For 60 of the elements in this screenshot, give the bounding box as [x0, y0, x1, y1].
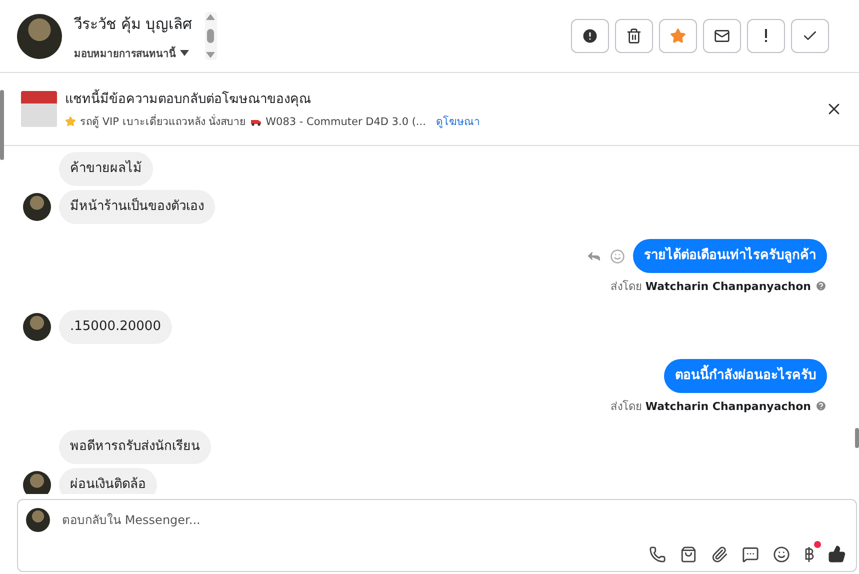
like-button[interactable] — [828, 545, 846, 563]
avatar — [17, 14, 62, 58]
message-bubble: มีหน้าร้านเป็นของตัวเอง — [59, 190, 215, 224]
avatar — [23, 193, 51, 221]
help-icon[interactable] — [815, 400, 827, 412]
chat-button[interactable] — [742, 546, 759, 562]
message-bubble: ค้าขายผลไม้ — [59, 152, 153, 186]
bag-icon — [680, 546, 697, 562]
help-icon[interactable] — [815, 280, 827, 292]
emoji-button[interactable] — [773, 546, 790, 562]
paperclip-icon — [711, 546, 728, 562]
mail-icon — [714, 28, 730, 44]
exclamation-icon — [764, 29, 768, 43]
message-bubble: พอดีหารถรับส่งนักเรียน — [59, 430, 211, 464]
chat-icon — [742, 546, 759, 562]
message-bubble: ผ่อนเงินติดล้อ — [59, 468, 157, 494]
alert-icon — [581, 27, 599, 45]
mail-button[interactable] — [703, 19, 741, 53]
phone-icon — [649, 546, 666, 562]
ad-description: รถตู้ VIP เบาะเดี่ยวแถวหลัง นั่งสบาย — [80, 113, 246, 130]
baht-button[interactable] — [804, 546, 814, 562]
bag-button[interactable] — [680, 546, 697, 562]
trash-icon — [626, 28, 642, 44]
avatar — [23, 471, 51, 494]
alert-button[interactable] — [571, 19, 609, 53]
spinner-control[interactable] — [204, 12, 217, 60]
scrollbar[interactable] — [855, 428, 859, 448]
van-icon — [250, 118, 262, 126]
emoji-icon[interactable] — [610, 248, 625, 264]
call-button[interactable] — [649, 546, 666, 562]
ad-thumbnail — [21, 91, 57, 127]
caret-icon[interactable] — [180, 50, 189, 56]
like-icon — [828, 545, 846, 563]
message-bubble: ตอนนี้กำลังผ่อนอะไรครับ — [664, 359, 827, 393]
view-ad-link[interactable]: ดูโฆษณา — [436, 113, 480, 130]
trash-button[interactable] — [615, 19, 653, 53]
scroll-thumb[interactable] — [207, 29, 214, 43]
ad-product: W083 - Commuter D4D 3.0 (... — [266, 116, 426, 128]
exclaim-button[interactable] — [747, 19, 785, 53]
up-arrow-icon[interactable] — [206, 14, 216, 20]
sender-name: Watcharin Chanpanyachon — [645, 280, 811, 292]
avatar — [23, 313, 51, 341]
ad-banner-title: แชทนี้มีข้อความตอบกลับต่อโฆษณาของคุณ — [65, 88, 817, 109]
star-icon — [670, 28, 686, 44]
assign-label[interactable]: มอบหมายการสนทนานี้ — [74, 46, 176, 60]
sender-name: Watcharin Chanpanyachon — [645, 400, 811, 412]
down-arrow-icon[interactable] — [206, 52, 216, 58]
check-button[interactable] — [791, 19, 829, 53]
emoji-icon — [773, 546, 790, 562]
scrollbar[interactable] — [0, 90, 4, 160]
baht-icon — [804, 546, 814, 562]
star-icon — [65, 116, 76, 127]
sent-by-label: ส่งโดย — [610, 399, 642, 415]
star-button[interactable] — [659, 19, 697, 53]
message-bubble: .15000.20000 — [59, 310, 172, 344]
contact-name: วีระวัช คุ้ม บุญเลิศ — [74, 14, 193, 36]
page-avatar — [26, 508, 50, 532]
clip-button[interactable] — [711, 546, 728, 562]
sent-by-label: ส่งโดย — [610, 279, 642, 295]
message-bubble: รายได้ต่อเดือนเท่าไรครับลูกค้า — [633, 239, 827, 273]
